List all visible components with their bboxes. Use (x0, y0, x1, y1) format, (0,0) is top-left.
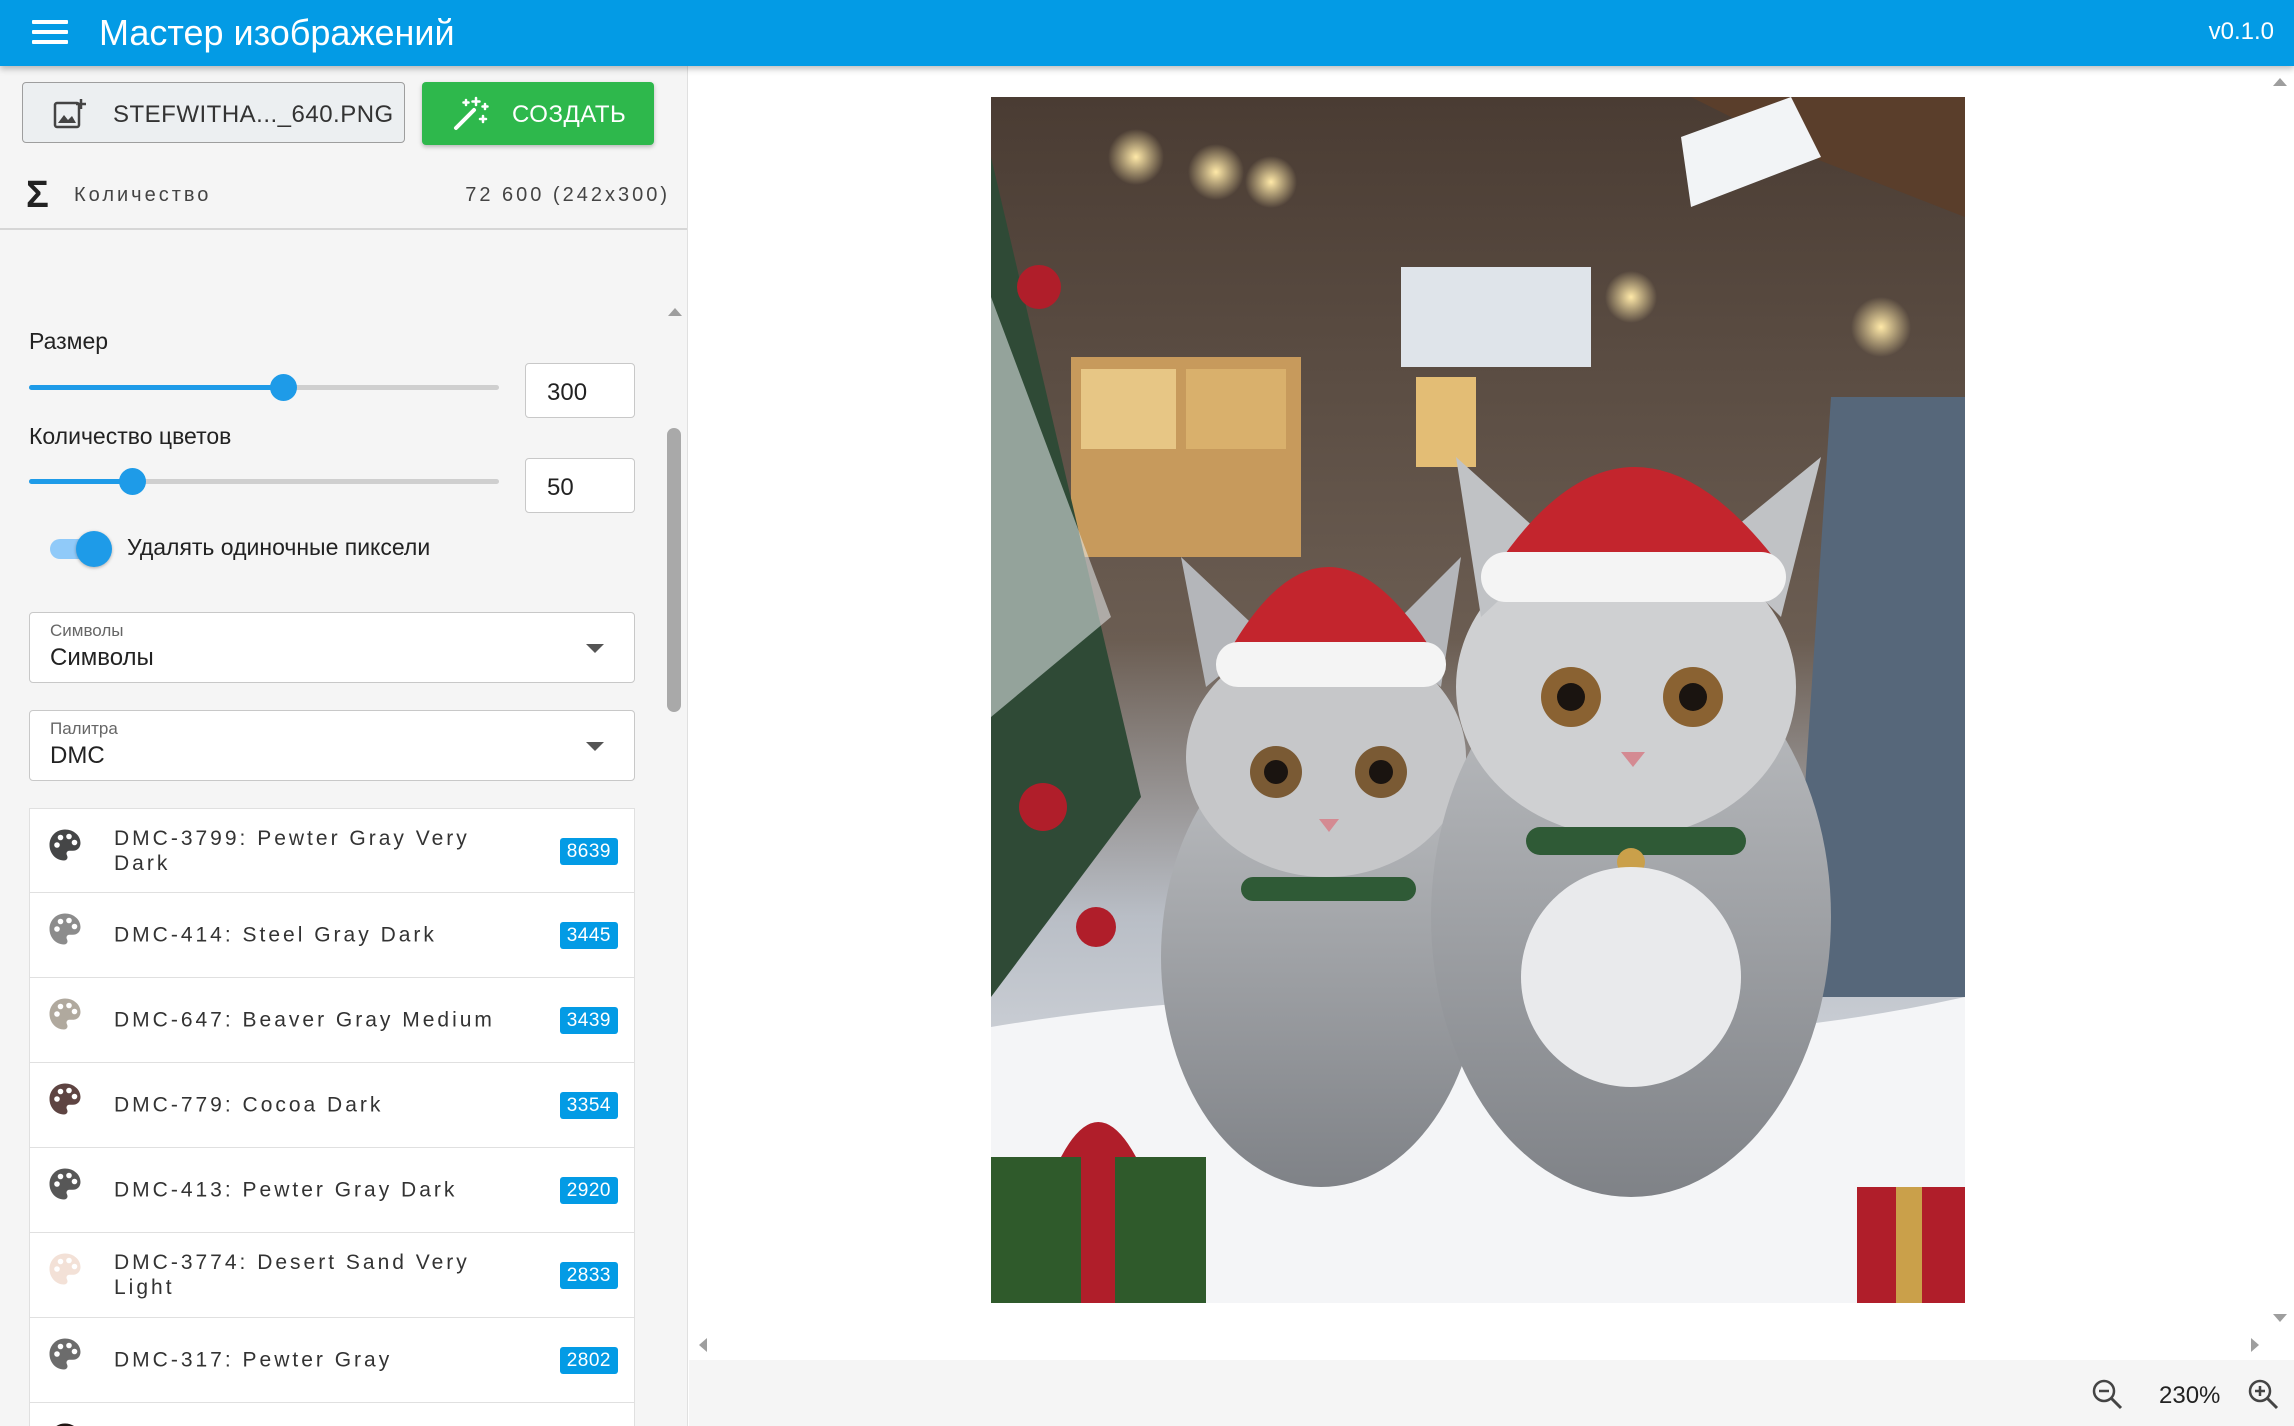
add-image-icon (53, 99, 86, 129)
palette-item-count-badge: 3445 (559, 922, 618, 949)
palette-select[interactable]: Палитра DMC (29, 710, 635, 781)
symbols-select-value: Символы (50, 644, 154, 671)
palette-item-count-badge: 2833 (559, 1262, 618, 1289)
palette-select-value: DMC (50, 742, 105, 769)
palette-icon (49, 1168, 81, 1200)
palette-list-item[interactable]: DMC-3371: Black Brown2484 (29, 1403, 635, 1426)
size-slider-thumb[interactable] (269, 374, 297, 401)
palette-item-name: DMC-779: Cocoa Dark (114, 1093, 384, 1117)
palette-list-item[interactable]: DMC-413: Pewter Gray Dark 2920 (29, 1148, 635, 1233)
scroll-left-arrow-icon[interactable] (699, 1338, 707, 1352)
scroll-right-arrow-icon[interactable] (2251, 1338, 2259, 1352)
sigma-icon: Σ (26, 174, 49, 216)
size-label: Размер (29, 328, 109, 354)
magic-wand-icon (454, 96, 489, 130)
palette-icon (49, 1083, 81, 1115)
stitch-count-row: Σ Количество 72 600 (242x300) (0, 166, 687, 230)
palette-icon (49, 829, 81, 861)
palette-item-name: DMC-414: Steel Gray Dark (114, 923, 437, 947)
pattern-preview-image[interactable] (991, 97, 1965, 1303)
zoom-bar: 230% (689, 1360, 2294, 1426)
palette-item-count-badge: 2802 (559, 1347, 618, 1374)
menu-icon[interactable] (32, 20, 68, 48)
zoom-in-icon[interactable] (2247, 1378, 2279, 1410)
palette-item-count-badge: 8639 (559, 838, 618, 865)
palette-item-name: DMC-3799: Pewter Gray Very Dark (114, 826, 470, 875)
settings-scroll-area: Размер 300 Количество цветов 50 Удалять … (0, 232, 687, 1426)
create-label: СОЗДАТЬ (512, 101, 627, 128)
palette-list-item[interactable]: DMC-3774: Desert Sand Very Light 2833 (29, 1233, 635, 1318)
palette-item-name: DMC-413: Pewter Gray Dark (114, 1178, 458, 1202)
app-title: Мастер изображений (99, 12, 455, 53)
size-input[interactable]: 300 (525, 363, 635, 418)
app-bar: Мастер изображений v0.1.0 (0, 0, 2294, 66)
open-file-button[interactable]: STEFWITHA..._640.PNG (22, 82, 405, 143)
settings-scrollbar[interactable] (664, 232, 684, 1426)
scrollbar-thumb[interactable] (667, 428, 681, 712)
palette-item-count-badge: 3354 (559, 1092, 618, 1119)
palette-select-caption: Палитра (50, 719, 118, 738)
palette-list-item[interactable]: DMC-3799: Pewter Gray Very Dark 8639 (29, 808, 635, 893)
remove-single-pixels-toggle[interactable] (50, 531, 112, 567)
palette-icon (49, 913, 81, 945)
palette-item-name: DMC-317: Pewter Gray (114, 1348, 393, 1372)
palette-color-list: DMC-3799: Pewter Gray Very Dark 8639 DMC-4… (29, 808, 635, 1426)
colors-slider-thumb[interactable] (119, 468, 147, 495)
settings-panel: STEFWITHA..._640.PNG СОЗДАТЬ Σ Количеств… (0, 66, 688, 1426)
divider (0, 228, 687, 230)
palette-list-item[interactable]: DMC-779: Cocoa Dark 3354 (29, 1063, 635, 1148)
palette-item-count-badge: 2920 (559, 1177, 618, 1204)
remove-single-pixels-label: Удалять одиночные пиксели (127, 534, 431, 560)
create-button[interactable]: СОЗДАТЬ (422, 82, 654, 145)
app-version: v0.1.0 (2208, 18, 2274, 45)
zoom-level: 230% (2159, 1382, 2221, 1409)
colors-count-label: Количество цветов (29, 423, 232, 449)
palette-item-name: DMC-3774: Desert Sand Very Light (114, 1251, 470, 1299)
symbols-select[interactable]: Символы Символы (29, 612, 635, 683)
scroll-up-arrow-icon[interactable] (668, 308, 682, 316)
palette-item-count-badge: 3439 (559, 1007, 618, 1034)
preview-workspace: 230% (689, 66, 2294, 1426)
scroll-up-arrow-icon[interactable] (2273, 78, 2287, 86)
palette-icon (49, 998, 81, 1030)
palette-item-name: DMC-647: Beaver Gray Medium (114, 1008, 495, 1032)
size-slider[interactable] (29, 372, 499, 402)
symbols-select-caption: Символы (50, 621, 124, 640)
colors-count-slider[interactable] (29, 466, 499, 496)
palette-list-item[interactable]: DMC-317: Pewter Gray 2802 (29, 1318, 635, 1403)
zoom-out-icon[interactable] (2091, 1378, 2123, 1410)
palette-icon (49, 1338, 81, 1370)
dropdown-arrow-icon (586, 644, 604, 653)
palette-list-item[interactable]: DMC-414: Steel Gray Dark 3445 (29, 893, 635, 978)
palette-list-item[interactable]: DMC-647: Beaver Gray Medium 3439 (29, 978, 635, 1063)
dropdown-arrow-icon (586, 742, 604, 751)
file-name-label: STEFWITHA..._640.PNG (113, 101, 394, 128)
palette-icon (56, 1423, 74, 1426)
colors-count-input[interactable]: 50 (525, 458, 635, 513)
count-value: 72 600 (242x300) (465, 184, 670, 206)
count-label: Количество (74, 184, 212, 206)
palette-icon (49, 1253, 81, 1285)
scroll-down-arrow-icon[interactable] (2273, 1314, 2287, 1322)
